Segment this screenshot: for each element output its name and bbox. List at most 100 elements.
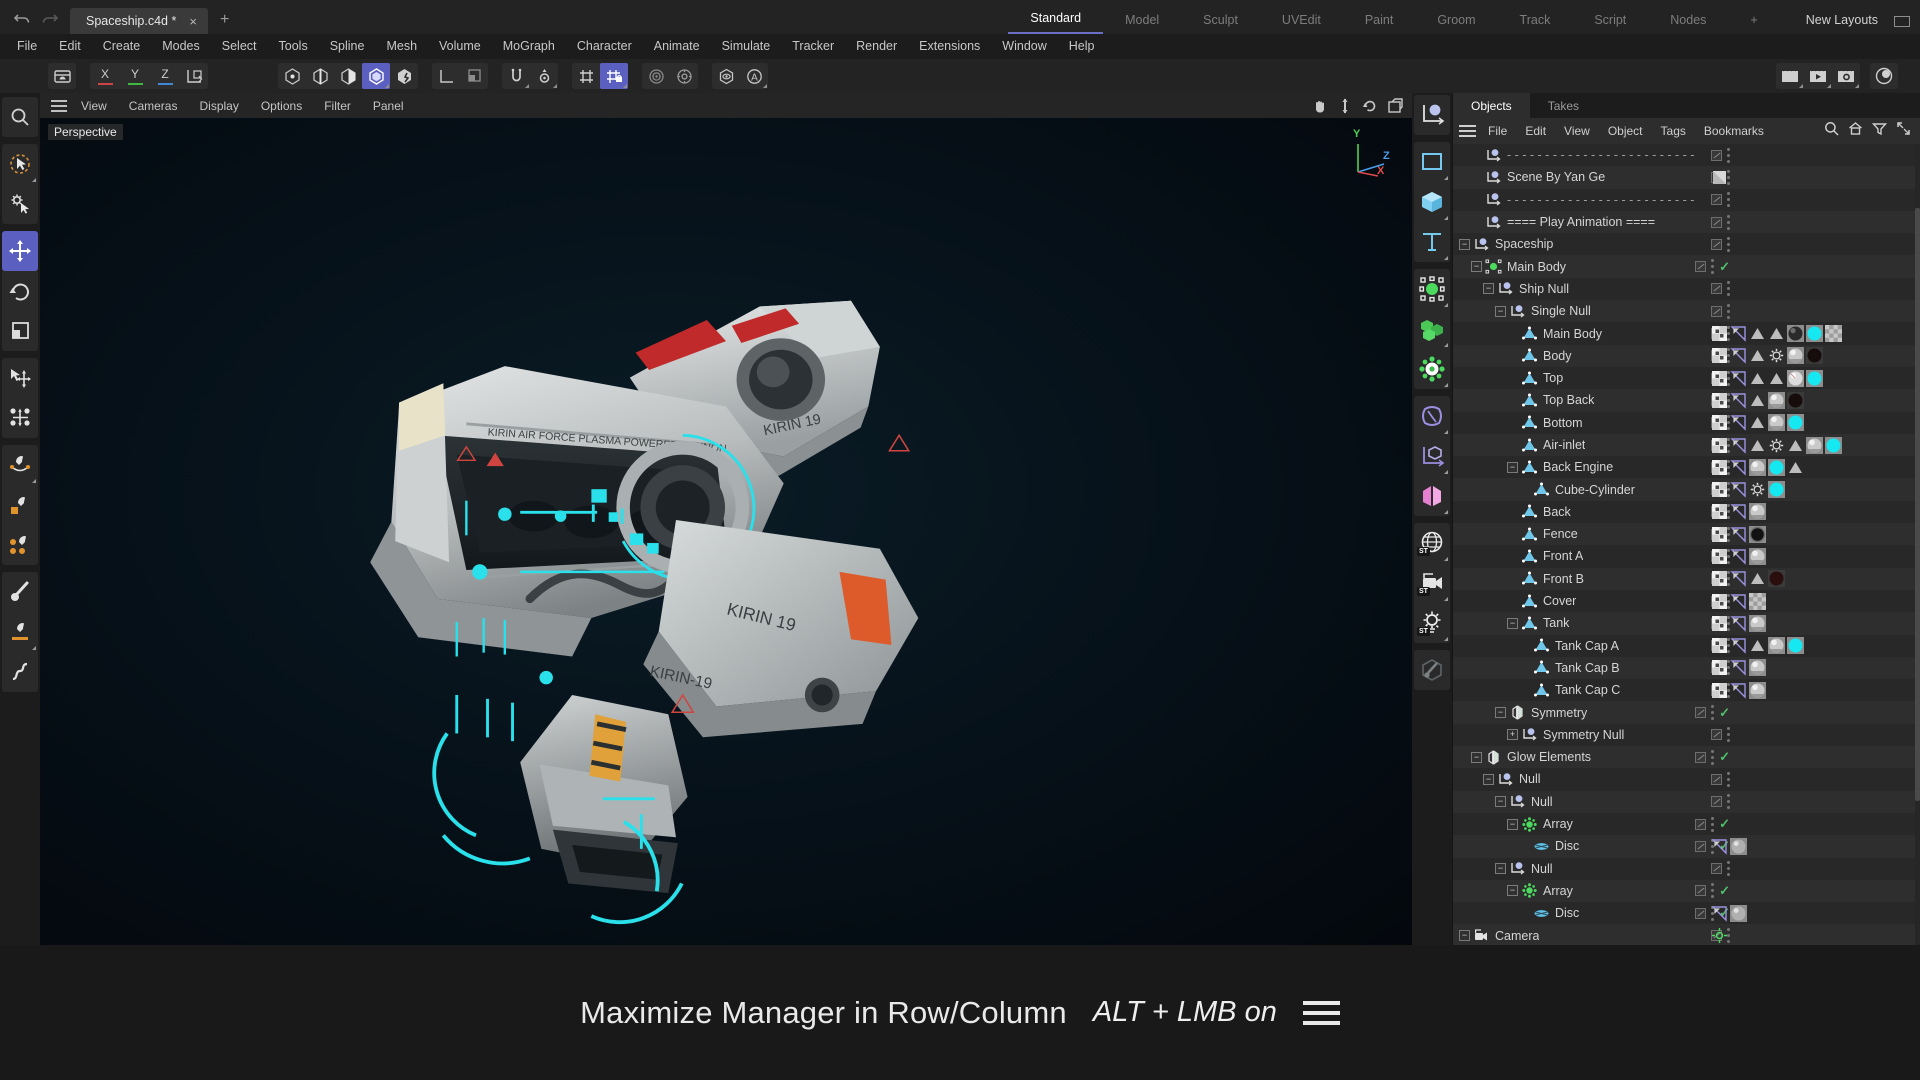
table-row[interactable]: Cube-Cylinder: [1453, 478, 1920, 501]
layout-tab-standard[interactable]: Standard: [1008, 0, 1104, 34]
editor-visibility-toggle[interactable]: [1711, 238, 1722, 250]
render-to-picture-viewer-icon[interactable]: [1804, 63, 1832, 89]
mograph-effector-icon[interactable]: [1414, 349, 1450, 389]
viewport-menu-display[interactable]: Display: [188, 99, 249, 113]
model-mode-icon[interactable]: [362, 63, 390, 89]
enabled-check-icon[interactable]: ✓: [1719, 883, 1730, 899]
table-row[interactable]: Front A: [1453, 545, 1920, 568]
tag-phong-tag[interactable]: [1730, 392, 1747, 409]
tag-selection-tag[interactable]: [1787, 437, 1804, 454]
spline-pen-icon[interactable]: [2, 485, 38, 525]
tag-uv-tag[interactable]: [1711, 615, 1728, 632]
object-tags[interactable]: [1711, 924, 1730, 945]
tree-expander-minus[interactable]: −: [1459, 238, 1470, 250]
table-row[interactable]: + Symmetry Null: [1453, 723, 1920, 747]
render-settings-gear-icon[interactable]: [670, 63, 698, 89]
editor-visibility-toggle[interactable]: [1711, 796, 1722, 808]
redo-arrow-icon[interactable]: [41, 12, 59, 26]
axis-mode-icon[interactable]: [432, 63, 460, 89]
menu-spline[interactable]: Spline: [319, 34, 376, 59]
table-row[interactable]: Top Back: [1453, 389, 1920, 412]
object-tags[interactable]: [1711, 523, 1768, 545]
editor-visibility-toggle[interactable]: [1711, 305, 1722, 317]
move-transform-icon[interactable]: [2, 358, 38, 398]
table-row[interactable]: − Array ✓: [1453, 879, 1920, 903]
polygon-mode-icon[interactable]: [334, 63, 362, 89]
table-row[interactable]: - - - - - - - - - - - - - - - - - - - - …: [1453, 188, 1920, 211]
tab-takes[interactable]: Takes: [1530, 93, 1597, 118]
tag-mat-steel[interactable]: [1768, 637, 1785, 655]
object-tags[interactable]: [1711, 590, 1768, 612]
object-tags[interactable]: [1711, 657, 1768, 679]
window-controls[interactable]: [1894, 0, 1920, 34]
layout-tab-nodes[interactable]: Nodes: [1648, 0, 1728, 34]
tree-expander-minus[interactable]: −: [1459, 930, 1470, 942]
object-tags[interactable]: [1711, 501, 1768, 523]
editor-visibility-toggle[interactable]: [1695, 707, 1707, 719]
tag-uv-tag[interactable]: [1711, 392, 1728, 409]
object-manager-menu-icon[interactable]: [1459, 125, 1479, 137]
spaceship-model[interactable]: KIRIN 19 KIRIN AIR FORCE PLASMA POWERED …: [40, 118, 1412, 945]
render-visibility-dots[interactable]: [1727, 236, 1730, 252]
tag-mat-cyan[interactable]: [1806, 325, 1823, 343]
table-row[interactable]: − Camera: [1453, 924, 1920, 945]
om-menu-tags[interactable]: Tags: [1652, 124, 1695, 138]
object-tags[interactable]: [1711, 456, 1806, 478]
tag-mat-steel[interactable]: [1768, 391, 1785, 409]
tag-uv-tag[interactable]: [1711, 526, 1728, 543]
enabled-check-icon[interactable]: ✓: [1719, 705, 1730, 721]
tree-expander-minus[interactable]: −: [1495, 796, 1506, 808]
text-spline-icon[interactable]: [1414, 222, 1450, 262]
table-row[interactable]: − Main Body ✓: [1453, 255, 1920, 278]
tag-selection-tag[interactable]: [1768, 325, 1785, 342]
om-menu-view[interactable]: View: [1555, 124, 1599, 138]
workplane-icon[interactable]: [572, 63, 600, 89]
visibility-controls[interactable]: ✓: [1695, 813, 1730, 835]
table-row[interactable]: Front B: [1453, 567, 1920, 590]
visibility-controls[interactable]: ✓: [1695, 746, 1730, 768]
spline-rectangle-icon[interactable]: [1414, 142, 1450, 182]
object-tags[interactable]: [1711, 345, 1825, 367]
tag-phong-tag[interactable]: [1730, 526, 1747, 543]
viewport-3d[interactable]: Perspective Y Z X KIRIN 19 KIRIN AIR FOR…: [40, 118, 1412, 945]
filter-icon[interactable]: [1871, 121, 1888, 141]
visibility-controls[interactable]: [1711, 189, 1730, 211]
render-settings-icon[interactable]: [1832, 63, 1860, 89]
tag-uv-tag[interactable]: [1711, 682, 1728, 699]
tab-objects[interactable]: Objects: [1453, 93, 1530, 118]
table-row[interactable]: - - - - - - - - - - - - - - - - - - - - …: [1453, 144, 1920, 167]
tag-selection-tag[interactable]: [1749, 570, 1766, 587]
camera-object-icon[interactable]: ST: [1414, 563, 1450, 603]
render-visibility-dots[interactable]: [1711, 705, 1715, 721]
render-visibility-dots[interactable]: [1727, 861, 1730, 877]
tree-expander-minus[interactable]: −: [1471, 751, 1482, 763]
visibility-controls[interactable]: [1711, 278, 1730, 300]
tag-phong-tag[interactable]: [1730, 437, 1747, 454]
editor-visibility-toggle[interactable]: [1695, 840, 1707, 852]
undo-redo-group-icon[interactable]: [48, 63, 76, 89]
object-tags[interactable]: [1711, 612, 1768, 634]
tag-mat-black[interactable]: [1787, 391, 1804, 409]
tag-uv-tag[interactable]: [1711, 459, 1728, 476]
editor-visibility-toggle[interactable]: [1695, 818, 1707, 830]
viewport-menu-view[interactable]: View: [70, 99, 118, 113]
tag-vertexmap-tag[interactable]: [1749, 481, 1766, 498]
tag-mat-checker[interactable]: [1825, 325, 1842, 343]
render-visibility-dots[interactable]: [1711, 816, 1715, 832]
tag-uv-tag[interactable]: [1711, 414, 1728, 431]
search-icon[interactable]: [1824, 121, 1839, 141]
tag-uv-tag[interactable]: [1711, 570, 1728, 587]
tag-mat-cyan[interactable]: [1825, 436, 1842, 454]
render-visibility-dots[interactable]: [1711, 883, 1715, 899]
table-row[interactable]: Air-inlet: [1453, 433, 1920, 457]
object-tags[interactable]: [1711, 322, 1844, 344]
tag-mat-steel[interactable]: [1749, 547, 1766, 565]
tag-mat-steel[interactable]: [1806, 436, 1823, 454]
table-row[interactable]: − Spaceship: [1453, 233, 1920, 256]
table-row[interactable]: Main Body: [1453, 322, 1920, 345]
null-object-icon[interactable]: [1414, 95, 1450, 135]
tag-mat-cyan[interactable]: [1806, 369, 1823, 387]
visibility-controls[interactable]: [1711, 144, 1730, 166]
object-tags[interactable]: [1711, 434, 1844, 456]
tag-phong-tag[interactable]: [1711, 838, 1728, 855]
